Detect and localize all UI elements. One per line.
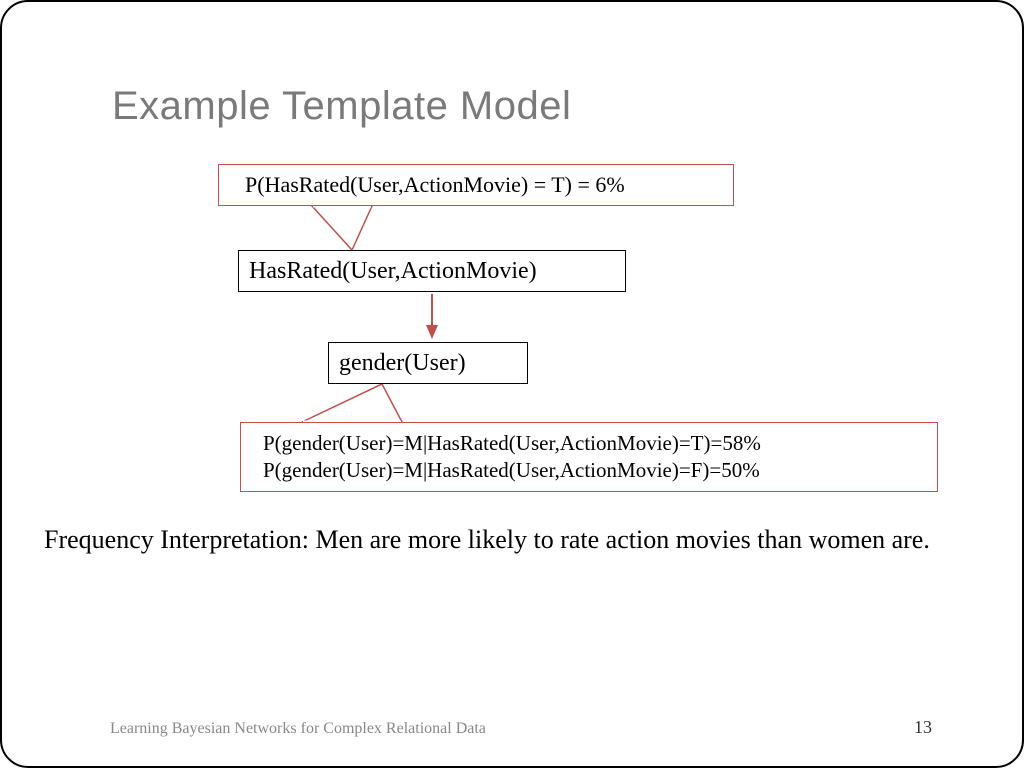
callout-prior: P(HasRated(User,ActionMovie) = T) = 6% <box>218 164 734 206</box>
footer-text: Learning Bayesian Networks for Complex R… <box>110 720 486 738</box>
page-number: 13 <box>914 717 932 738</box>
slide-frame: Example Template Model P(HasRated(User,A… <box>0 0 1024 768</box>
node-gender: gender(User) <box>328 342 528 384</box>
callout-prior-text: P(HasRated(User,ActionMovie) = T) = 6% <box>245 172 625 198</box>
node-gender-text: gender(User) <box>339 350 466 377</box>
node-hasrated: HasRated(User,ActionMovie) <box>238 250 626 292</box>
callout-cond-line2: P(gender(User)=M|HasRated(User,ActionMov… <box>263 457 937 484</box>
callout-conditional: P(gender(User)=M|HasRated(User,ActionMov… <box>240 422 938 492</box>
slide-title: Example Template Model <box>112 84 571 129</box>
node-hasrated-text: HasRated(User,ActionMovie) <box>249 258 537 285</box>
callout-cond-line1: P(gender(User)=M|HasRated(User,ActionMov… <box>263 430 937 457</box>
interpretation-text: Frequency Interpretation: Men are more l… <box>44 522 964 557</box>
